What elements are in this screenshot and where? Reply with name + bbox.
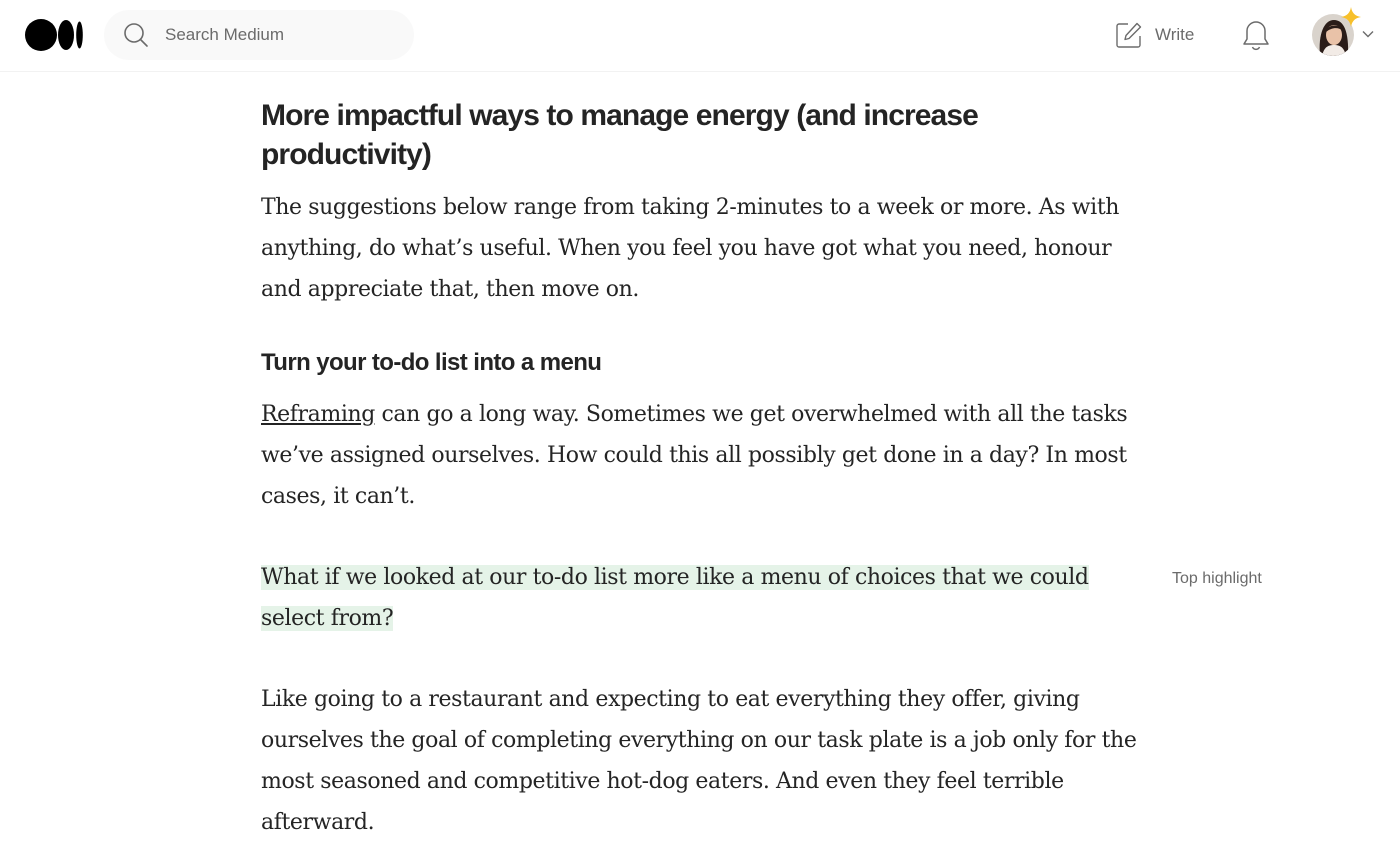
search-input[interactable] [165, 25, 385, 45]
article-body: More impactful ways to manage energy (an… [261, 96, 1141, 843]
highlighted-text[interactable]: What if we looked at our to-do list more… [261, 565, 1089, 631]
chevron-down-icon[interactable] [1362, 30, 1374, 38]
write-label: Write [1155, 25, 1195, 44]
section-heading: More impactful ways to manage energy (an… [261, 99, 979, 171]
top-highlight-label[interactable]: Top highlight [1172, 570, 1262, 588]
highlighted-paragraph[interactable]: What if we looked at our to-do list more… [261, 557, 1141, 639]
bell-icon[interactable] [1240, 18, 1272, 52]
paragraph-reframing-text: can go a long way. Sometimes we get over… [261, 402, 1128, 509]
write-button[interactable]: Write [1115, 18, 1194, 52]
restaurant-paragraph: Like going to a restaurant and expecting… [261, 687, 1137, 835]
medium-logo-icon[interactable] [25, 18, 85, 52]
subheading: Turn your to-do list into a menu [261, 349, 602, 376]
search-bar[interactable] [104, 10, 414, 60]
intro-paragraph: The suggestions below range from taking … [261, 195, 1120, 302]
user-menu[interactable] [1312, 7, 1378, 58]
sparkle-icon [1341, 7, 1361, 27]
reframing-link[interactable]: Reframing [261, 402, 375, 427]
paragraph-reframing: Reframing can go a long way. Sometimes w… [261, 394, 1141, 517]
search-icon[interactable] [122, 21, 150, 49]
top-navigation-bar: Write [0, 0, 1400, 72]
pencil-square-icon [1116, 22, 1142, 48]
